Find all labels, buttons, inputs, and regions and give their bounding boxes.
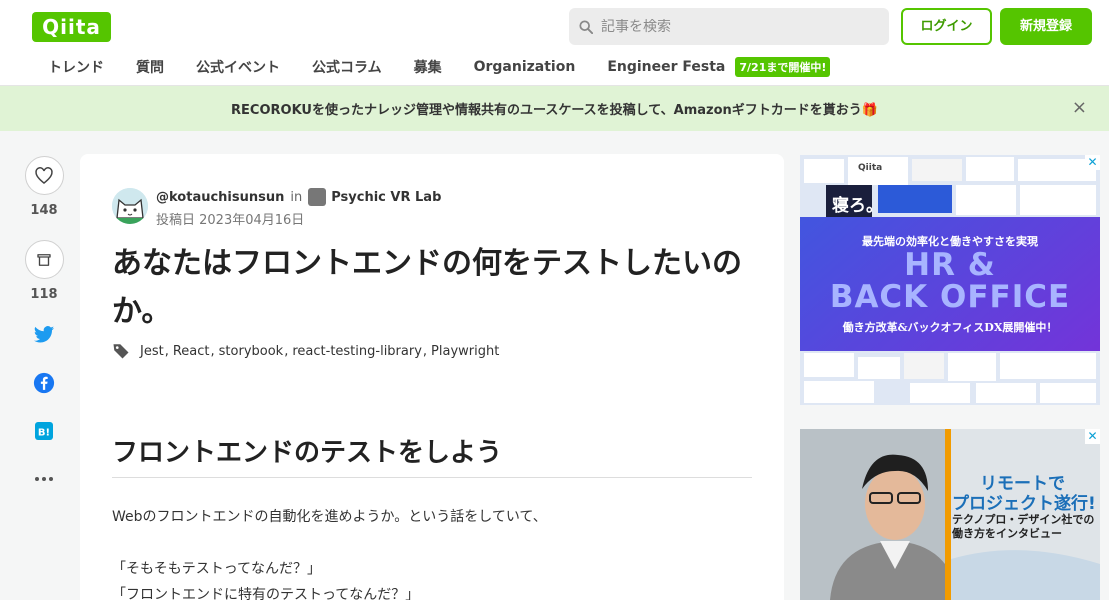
tag-icon (113, 344, 129, 359)
heart-icon (35, 166, 53, 184)
article-title: あなたはフロントエンドの何をテストしたいのか。 (112, 246, 742, 329)
site-header: Qiita ログイン 新規登録 トレンド 質問 公式イベント 公式コラム 募集 … (0, 0, 1109, 86)
tag-react[interactable]: React (173, 344, 210, 359)
search-icon (579, 19, 593, 34)
tag-react-testing-library[interactable]: react-testing-library (292, 344, 422, 359)
nav-item-official-columns[interactable]: 公式コラム (312, 57, 382, 77)
twitter-share-button[interactable] (33, 324, 55, 346)
sidebar-ad-hr-backoffice[interactable]: Qiita 寝ろ。 最先端の効率化と働きやすさを実現 HR & BACK OFF… (800, 155, 1100, 405)
nav-item-official-events[interactable]: 公式イベント (196, 57, 280, 77)
login-button[interactable]: ログイン (901, 8, 992, 45)
search-input[interactable] (601, 18, 871, 35)
festa-badge[interactable]: 7/21まで開催中! (735, 57, 831, 77)
organization-name[interactable]: Psychic VR Lab (331, 190, 441, 205)
twitter-icon (33, 326, 55, 343)
section-heading: フロントエンドのテストをしよう (112, 432, 752, 478)
search-box[interactable] (569, 8, 889, 45)
author-row: @kotauchisunsun in Psychic VR Lab 投稿日 20… (112, 188, 441, 228)
nav-item-organization[interactable]: Organization (474, 59, 576, 75)
article-card: @kotauchisunsun in Psychic VR Lab 投稿日 20… (80, 154, 784, 600)
tag-storybook[interactable]: storybook (219, 344, 284, 359)
close-icon[interactable]: × (1072, 99, 1087, 117)
hatena-bookmark-icon: B! (35, 422, 53, 440)
nav-item-trend[interactable]: トレンド (48, 57, 104, 77)
tag-playwright[interactable]: Playwright (431, 344, 499, 359)
qiita-logo[interactable]: Qiita (32, 12, 111, 42)
signup-button[interactable]: 新規登録 (1000, 8, 1092, 45)
posted-date: 投稿日 2023年04月16日 (156, 213, 305, 228)
article-actions: 148 118 B! (24, 156, 64, 516)
ad1-sleep-text: 寝ろ。 (832, 196, 883, 216)
author-in-text: in (290, 189, 303, 205)
ad-close-icon[interactable]: ✕ (1085, 155, 1100, 170)
facebook-share-button[interactable] (33, 372, 55, 394)
tag-list: Jest, React, storybook, react-testing-li… (112, 342, 499, 360)
stock-icon (37, 253, 51, 266)
ad1-subline: 働き方改革&バックオフィスDX展開催中！ (842, 321, 1058, 334)
paragraph: Webのフロントエンドの自動化を進めようか。という話をしていて、 (112, 509, 547, 525)
announcement-banner[interactable]: RECOROKUを使ったナレッジ管理や情報共有のユースケースを投稿して、Amaz… (0, 86, 1109, 131)
ad-close-icon[interactable]: ✕ (1085, 429, 1100, 444)
paragraph: 「フロントエンドに特有のテストってなんだ？」 (112, 587, 420, 600)
author-avatar[interactable] (112, 188, 148, 224)
ad1-small-logo: Qiita (858, 163, 883, 173)
banner-text[interactable]: RECOROKUを使ったナレッジ管理や情報共有のユースケースを投稿して、Amaz… (231, 99, 878, 118)
ad1-heading-2: BACK OFFICE (829, 279, 1071, 315)
cat-avatar-icon (112, 188, 148, 224)
stock-button[interactable] (24, 240, 64, 279)
organization-icon[interactable] (308, 188, 327, 206)
author-name[interactable]: @kotauchisunsun (156, 190, 284, 205)
facebook-icon (33, 372, 55, 394)
nav-item-questions[interactable]: 質問 (136, 57, 164, 77)
svg-text:B!: B! (38, 428, 50, 439)
tag-jest[interactable]: Jest (140, 344, 164, 359)
paragraph: 「そもそもテストってなんだ？」 (112, 561, 322, 577)
ad2-line-4: 働き方をインタビュー (952, 527, 1062, 540)
nav-item-engineer-festa[interactable]: Engineer Festa (607, 59, 725, 75)
more-icon (35, 477, 53, 481)
hatena-share-button[interactable]: B! (33, 420, 55, 442)
ad1-heading-1: HR & (904, 247, 996, 283)
main-nav: トレンド 質問 公式イベント 公式コラム 募集 Organization Eng… (32, 56, 831, 78)
sidebar-ad-remote-project[interactable]: リモートで プロジェクト遂行! テクノプロ・デザイン社での 働き方をインタビュー… (800, 429, 1100, 600)
more-options-button[interactable] (33, 468, 55, 490)
stock-count: 118 (30, 287, 58, 302)
like-button[interactable] (24, 156, 64, 195)
nav-item-recruit[interactable]: 募集 (414, 57, 442, 77)
like-count: 148 (30, 203, 58, 218)
